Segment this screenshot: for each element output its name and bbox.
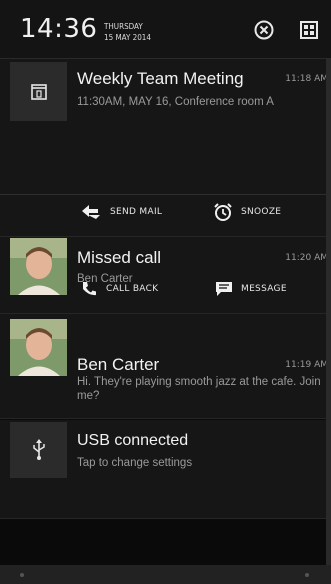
notification-subtitle: 11:30AM, MAY 16, Conference room A [77,96,274,108]
notification-title: USB connected [77,432,189,449]
send-mail-label: SEND MAIL [110,207,163,217]
calendar-tile [10,62,67,121]
clear-all-icon[interactable] [251,17,277,43]
message-button[interactable]: MESSAGE [215,280,287,298]
snooze-label: SNOOZE [241,207,282,217]
notification-title: Weekly Team Meeting [77,69,244,88]
notification-usb[interactable]: USB connected Tap to change settings [0,420,331,519]
snooze-button[interactable]: SNOOZE [213,202,281,222]
handle-dot [20,573,24,577]
date-label: 15 MAY 2014 [104,33,151,42]
clock: 14:36 [20,14,98,44]
notification-title: Ben Carter [77,355,160,374]
scroll-track [326,58,331,565]
date-block: THURSDAY 15 MAY 2014 [104,21,151,43]
day-label: THURSDAY [104,22,143,31]
notification-title: Missed call [77,248,162,267]
avatar [10,319,67,376]
send-mail-button[interactable]: SEND MAIL [80,203,162,221]
notification-calendar[interactable]: Weekly Team Meeting 11:30AM, MAY 16, Con… [0,59,331,237]
notification-time: 11:19 AM [285,360,328,370]
avatar [10,238,67,295]
divider [0,194,331,195]
handle-dot [305,573,309,577]
usb-tile [10,422,67,478]
send-mail-icon [82,205,100,219]
message-label: MESSAGE [241,284,287,294]
notification-subtitle: Hi. They're playing smooth jazz at the c… [77,376,321,402]
notification-subtitle: Tap to change settings [77,457,193,469]
notification-time: 11:20 AM [285,253,328,263]
call-back-button[interactable]: CALL BACK [80,280,158,298]
calendar-icon [30,83,47,100]
message-icon [216,282,232,296]
notification-header: 14:36 THURSDAY 15 MAY 2014 [0,0,331,59]
call-back-label: CALL BACK [106,284,159,294]
notification-message[interactable]: Ben Carter Hi. They're playing smooth ja… [0,314,331,419]
phone-icon [83,282,96,296]
settings-icon[interactable] [296,17,322,43]
notification-missed-call[interactable]: Missed call Ben Carter 11:20 AM CALL BAC… [0,237,331,314]
notification-time: 11:18 AM [285,74,328,84]
alarm-icon [214,203,232,221]
usb-icon [32,439,45,460]
drag-handle-bar[interactable] [0,565,331,584]
